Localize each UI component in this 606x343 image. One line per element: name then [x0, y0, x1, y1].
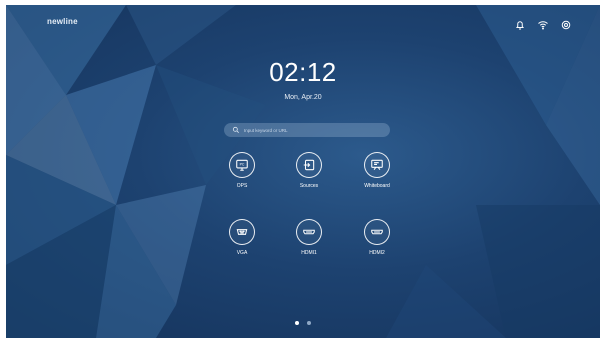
app-whiteboard-circle[interactable]: [364, 152, 390, 178]
app-vga[interactable]: VGA: [214, 219, 270, 256]
app-hdmi2[interactable]: HDMI2: [349, 219, 405, 256]
app-sources-circle[interactable]: [296, 152, 322, 178]
search-icon: [232, 126, 239, 133]
page-indicator: [6, 321, 600, 325]
app-hdmi1-label: HDMI1: [301, 250, 317, 256]
clock-date: Mon, Apr.20: [284, 94, 322, 101]
ops-pc-icon: PC: [236, 159, 248, 171]
wifi-icon[interactable]: [537, 19, 549, 31]
home-screen: newline 02:12 Mon, Apr.20 Input keyword …: [6, 5, 600, 338]
brand-logo: newline: [47, 17, 78, 26]
clock-time: 02:12: [269, 57, 337, 87]
page-dot-2[interactable]: [307, 321, 311, 325]
page-dot-1[interactable]: [295, 321, 299, 325]
app-hdmi2-circle[interactable]: [364, 219, 390, 245]
app-ops-circle[interactable]: PC: [229, 152, 255, 178]
search-placeholder: Input keyword or URL: [244, 127, 288, 133]
app-hdmi1[interactable]: HDMI1: [281, 219, 337, 256]
sources-icon: [303, 159, 315, 171]
app-ops-label: OPS: [236, 183, 248, 189]
status-bar: [514, 19, 572, 31]
app-ops[interactable]: PC OPS: [214, 152, 270, 189]
app-whiteboard-label: Whiteboard: [364, 183, 390, 189]
app-vga-circle[interactable]: [229, 219, 255, 245]
whiteboard-icon: [371, 159, 383, 170]
app-vga-label: VGA: [236, 250, 248, 256]
hdmi-icon: [371, 229, 383, 235]
app-whiteboard[interactable]: Whiteboard: [349, 152, 405, 189]
search-input[interactable]: Input keyword or URL: [224, 123, 390, 137]
app-sources-label: Sources: [299, 183, 319, 189]
bell-icon[interactable]: [514, 19, 526, 31]
hdmi-icon: [303, 229, 315, 235]
vga-icon: [236, 229, 248, 235]
app-hdmi2-label: HDMI2: [369, 250, 385, 256]
settings-icon[interactable]: [560, 19, 572, 31]
app-hdmi1-circle[interactable]: [296, 219, 322, 245]
app-sources[interactable]: Sources: [281, 152, 337, 189]
svg-text:PC: PC: [240, 163, 245, 167]
